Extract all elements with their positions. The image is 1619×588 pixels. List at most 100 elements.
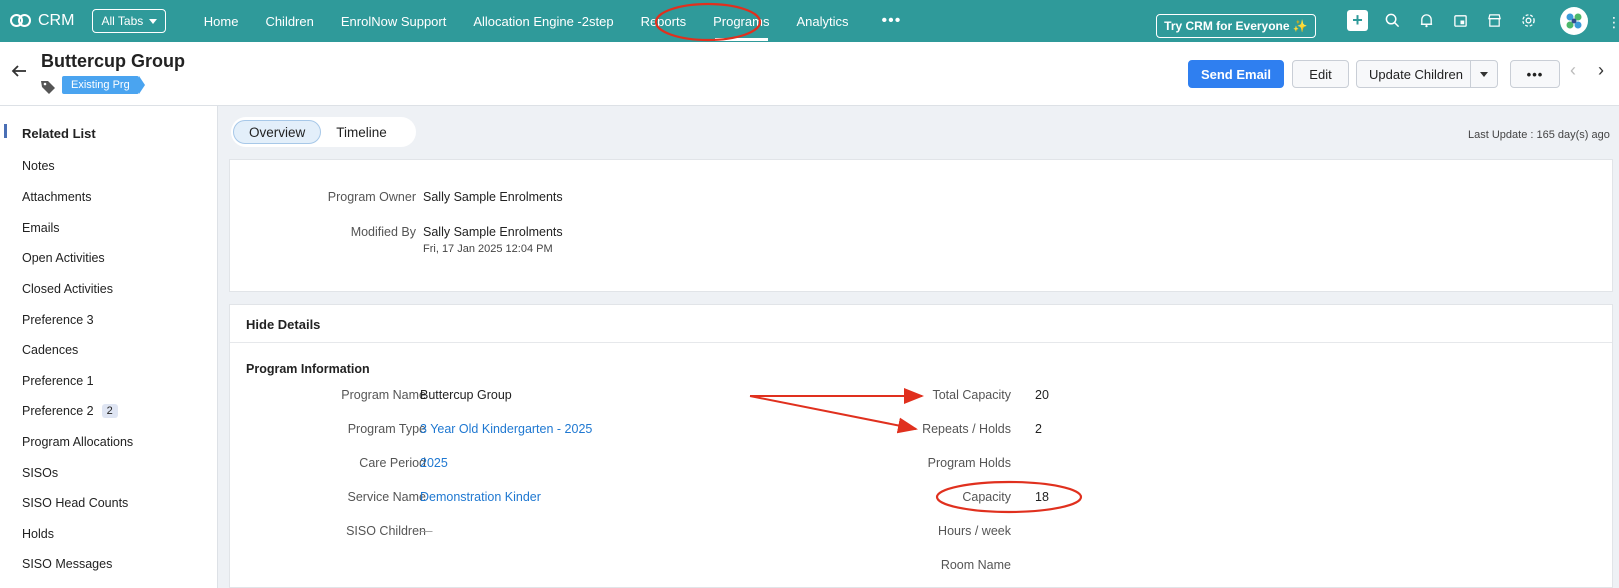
crm-logo-icon [10, 14, 32, 28]
update-children-dropdown[interactable] [1470, 61, 1497, 87]
room-name-label: Room Name [940, 558, 1011, 572]
details-card: Hide Details Program Information Program… [229, 304, 1613, 588]
service-name-link[interactable]: Demonstration Kinder [420, 490, 541, 504]
program-name-value[interactable]: Buttercup Group [420, 388, 512, 402]
module-tabs: Home Children EnrolNow Support Allocatio… [190, 0, 915, 42]
chevron-down-icon [1480, 71, 1488, 77]
tab-children[interactable]: Children [252, 0, 327, 42]
tab-timeline[interactable]: Timeline [321, 120, 402, 144]
sidebar-item-label: Program Allocations [22, 435, 134, 449]
tab-programs[interactable]: Programs [700, 0, 783, 42]
tag-icon[interactable] [40, 79, 56, 98]
care-period-label: Care Period [359, 456, 426, 470]
section-title: Program Information [246, 362, 370, 376]
modified-by-value[interactable]: Sally Sample Enrolments [423, 225, 563, 239]
all-tabs-label: All Tabs [101, 14, 144, 28]
record-title: Buttercup Group [41, 51, 185, 71]
sidebar-item-siso-messages[interactable]: SISO Messages [22, 557, 112, 571]
bell-icon[interactable] [1416, 11, 1436, 31]
back-arrow-icon[interactable] [10, 62, 28, 86]
related-list-title: Related List [22, 126, 96, 141]
sidebar-item-label: Closed Activities [22, 282, 114, 296]
calendar-icon[interactable] [1450, 11, 1470, 31]
capacity-label: Capacity [962, 490, 1011, 504]
sidebar-item-label: Attachments [22, 190, 92, 204]
record-header: Buttercup Group Existing Prg Send Email … [0, 42, 1619, 106]
crm-logo[interactable]: CRM [10, 12, 74, 30]
program-holds-label: Program Holds [927, 456, 1011, 470]
care-period-link[interactable]: 2025 [420, 456, 448, 470]
tab-reports[interactable]: Reports [627, 0, 700, 42]
edit-button[interactable]: Edit [1292, 60, 1349, 88]
avatar[interactable] [1560, 7, 1588, 35]
tab-analytics[interactable]: Analytics [783, 0, 862, 42]
program-name-label: Program Name [341, 388, 426, 402]
total-capacity-label: Total Capacity [932, 388, 1011, 402]
top-nav-bar: CRM All Tabs Home Children EnrolNow Supp… [0, 0, 1619, 42]
siso-children-label: SISO Children [346, 524, 426, 538]
chevron-down-icon [149, 18, 158, 24]
sidebar-item-closed-activities[interactable]: Closed Activities [22, 282, 113, 296]
tab-allocation-engine[interactable]: Allocation Engine -2step [460, 0, 627, 42]
sidebar-item-preference-3[interactable]: Preference 3 [22, 313, 94, 327]
hide-details-toggle[interactable]: Hide Details [246, 317, 320, 332]
collapse-sidebar-icon[interactable] [4, 124, 7, 138]
next-record-icon[interactable]: › [1598, 60, 1604, 81]
sidebar-item-notes[interactable]: Notes [22, 159, 55, 173]
apps-grid-icon[interactable]: ⋮⋮ [1607, 14, 1619, 31]
sidebar-item-label: Holds [22, 527, 54, 541]
sidebar-item-program-allocations[interactable]: Program Allocations [22, 435, 133, 449]
summary-card: Program Owner Sally Sample Enrolments Mo… [229, 159, 1613, 292]
sidebar-item-cadences[interactable]: Cadences [22, 343, 78, 357]
sidebar-item-attachments[interactable]: Attachments [22, 190, 91, 204]
program-type-link[interactable]: 3 Year Old Kindergarten - 2025 [420, 422, 592, 436]
related-list-sidebar: Related List Notes Attachments Emails Op… [0, 106, 218, 588]
sidebar-item-label: Preference 2 [22, 404, 94, 418]
sidebar-item-siso-head-counts[interactable]: SISO Head Counts [22, 496, 128, 510]
program-owner-label: Program Owner [327, 190, 416, 204]
previous-record-icon[interactable]: ‹ [1570, 60, 1576, 81]
more-actions-button[interactable]: ••• [1510, 60, 1560, 88]
send-email-button[interactable]: Send Email [1188, 60, 1284, 88]
sidebar-item-open-activities[interactable]: Open Activities [22, 251, 105, 265]
siso-children-value[interactable]: — [420, 524, 433, 538]
last-update-text: Last Update : 165 day(s) ago [1468, 129, 1610, 141]
sidebar-item-label: Preference 3 [22, 313, 94, 327]
record-tag-badge[interactable]: Existing Prg [62, 76, 145, 94]
search-icon[interactable] [1382, 11, 1402, 31]
total-capacity-value[interactable]: 20 [1035, 388, 1049, 402]
top-icons: + [1347, 10, 1538, 31]
tab-home[interactable]: Home [190, 0, 252, 42]
capacity-value[interactable]: 18 [1035, 490, 1049, 504]
program-type-label: Program Type [347, 422, 426, 436]
gear-icon[interactable] [1518, 11, 1538, 31]
program-owner-value[interactable]: Sally Sample Enrolments [423, 190, 563, 204]
sidebar-item-preference-1[interactable]: Preference 1 [22, 374, 94, 388]
sidebar-item-label: Cadences [22, 343, 79, 357]
all-tabs-dropdown[interactable]: All Tabs [92, 9, 167, 33]
more-tabs-icon[interactable]: ••• [868, 0, 915, 42]
sidebar-item-emails[interactable]: Emails [22, 221, 60, 235]
try-crm-button[interactable]: Try CRM for Everyone ✨ [1156, 14, 1316, 38]
modified-time: Fri, 17 Jan 2025 12:04 PM [423, 243, 553, 255]
app-name: CRM [38, 12, 75, 29]
sidebar-item-preference-2[interactable]: Preference 2 2 [22, 404, 118, 418]
tab-overview[interactable]: Overview [233, 120, 322, 144]
update-children-label: Update Children [1369, 66, 1463, 82]
plus-icon[interactable]: + [1347, 10, 1368, 31]
sidebar-item-holds[interactable]: Holds [22, 527, 54, 541]
store-icon[interactable] [1484, 11, 1504, 31]
hours-week-label: Hours / week [938, 524, 1011, 538]
view-tabs: Overview Timeline [231, 117, 416, 147]
sidebar-item-label: Emails [22, 221, 60, 235]
count-badge: 2 [101, 404, 118, 418]
repeats-holds-label: Repeats / Holds [922, 422, 1011, 436]
modified-by-label: Modified By [350, 225, 416, 239]
update-children-button[interactable]: Update Children [1356, 60, 1498, 88]
sidebar-item-sisos[interactable]: SISOs [22, 466, 58, 480]
tab-enrolnow-support[interactable]: EnrolNow Support [327, 0, 460, 42]
sidebar-item-label: Notes [22, 159, 55, 173]
divider [230, 342, 1612, 343]
sidebar-item-label: SISO Messages [22, 557, 113, 571]
repeats-holds-value[interactable]: 2 [1035, 422, 1042, 436]
